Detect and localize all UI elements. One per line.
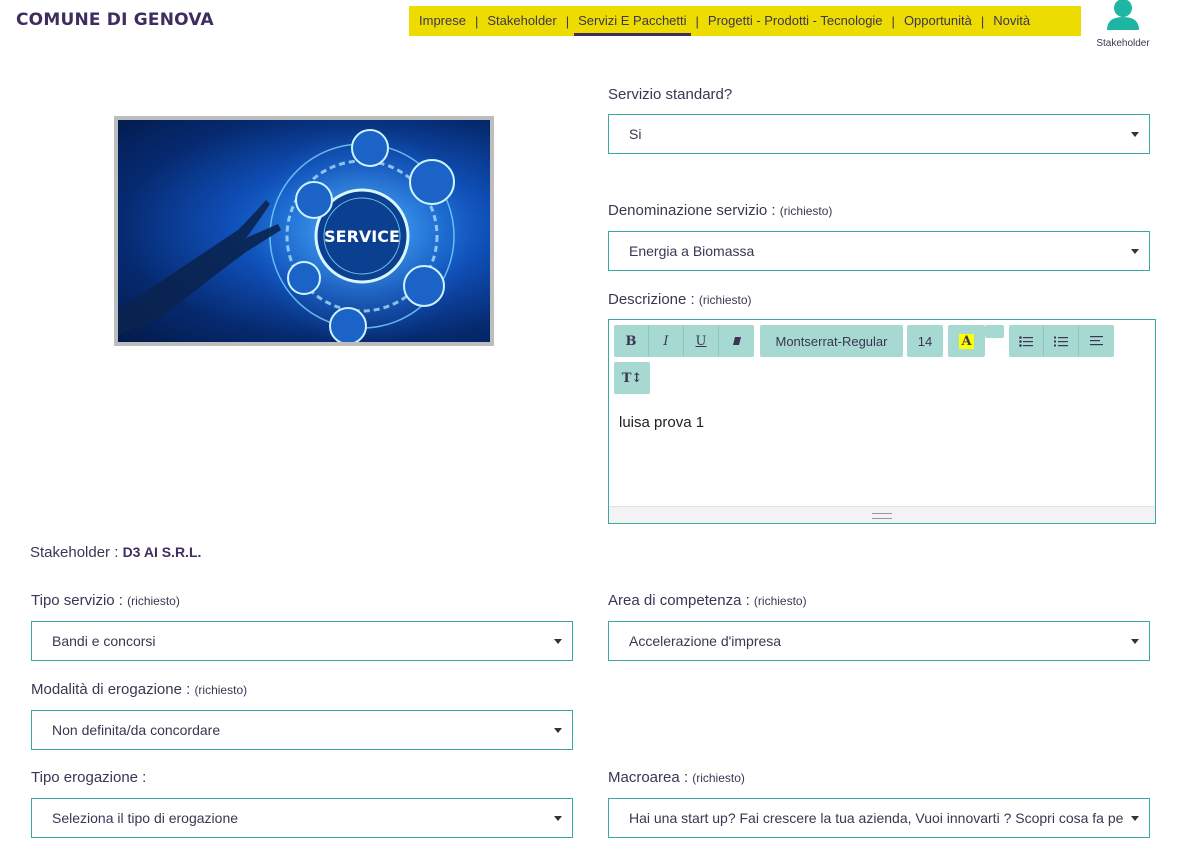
- nav-servizi-pacchetti[interactable]: Servizi E Pacchetti: [574, 6, 691, 36]
- denominazione-label: Denominazione servizio : (richiesto): [608, 202, 833, 219]
- bold-button[interactable]: B: [614, 325, 649, 357]
- modalita-erogazione-label: Modalità di erogazione : (richiesto): [31, 681, 248, 698]
- editor-resize-handle[interactable]: [609, 506, 1155, 523]
- format-toolbar-group: B I U: [614, 325, 754, 357]
- chevron-down-icon: [1131, 816, 1139, 821]
- user-label: Stakeholder: [1096, 38, 1150, 49]
- chevron-down-icon: [1131, 132, 1139, 137]
- nav-progetti[interactable]: Progetti - Prodotti - Tecnologie: [708, 6, 883, 36]
- denominazione-select[interactable]: Energia a Biomassa: [608, 231, 1150, 271]
- nav-separator: |: [695, 13, 699, 29]
- underline-button[interactable]: U: [684, 325, 719, 357]
- unordered-list-icon[interactable]: [1009, 325, 1044, 357]
- tipo-erogazione-label: Tipo erogazione :: [31, 769, 147, 786]
- nav-novita[interactable]: Novità: [993, 6, 1030, 36]
- chevron-down-icon: [554, 816, 562, 821]
- user-menu[interactable]: Stakeholder: [1094, 0, 1152, 49]
- tipo-erogazione-select[interactable]: Seleziona il tipo di erogazione: [31, 798, 573, 838]
- descrizione-editor[interactable]: B I U Montserrat-Regular 14 A T↕ luisa p…: [608, 319, 1156, 524]
- tipo-servizio-select[interactable]: Bandi e concorsi: [31, 621, 573, 661]
- chevron-down-icon: [554, 728, 562, 733]
- chevron-down-icon: [1131, 249, 1139, 254]
- site-brand[interactable]: COMUNE DI GENOVA: [16, 10, 214, 30]
- area-competenza-select[interactable]: Accelerazione d'impresa: [608, 621, 1150, 661]
- text-color-button[interactable]: A: [948, 325, 985, 357]
- ordered-list-icon[interactable]: [1044, 325, 1079, 357]
- nav-imprese[interactable]: Imprese: [419, 6, 466, 36]
- line-height-button[interactable]: T↕: [614, 362, 650, 394]
- chevron-down-icon: [554, 639, 562, 644]
- area-competenza-label: Area di competenza : (richiesto): [608, 592, 807, 609]
- editor-content[interactable]: luisa prova 1: [619, 414, 704, 431]
- nav-stakeholder[interactable]: Stakeholder: [487, 6, 556, 36]
- descrizione-label: Descrizione : (richiesto): [608, 291, 752, 308]
- nav-opportunita[interactable]: Opportunità: [904, 6, 972, 36]
- macroarea-select[interactable]: Hai una start up? Fai crescere la tua az…: [608, 798, 1150, 838]
- servizio-standard-select[interactable]: Si: [608, 114, 1150, 154]
- italic-button[interactable]: I: [649, 325, 684, 357]
- service-illustration: SERVICE: [118, 126, 472, 342]
- macroarea-label: Macroarea : (richiesto): [608, 769, 745, 786]
- main-nav: Imprese | Stakeholder | Servizi E Pacche…: [409, 6, 1081, 36]
- stakeholder-value: D3 AI S.R.L.: [122, 544, 202, 560]
- modalita-erogazione-select[interactable]: Non definita/da concordare: [31, 710, 573, 750]
- eraser-icon[interactable]: [719, 325, 754, 357]
- nav-separator: |: [980, 13, 985, 29]
- service-image: SERVICE: [114, 116, 494, 346]
- stakeholder-info: Stakeholder : D3 AI S.R.L.: [30, 544, 202, 561]
- font-size-select[interactable]: 14: [907, 325, 943, 357]
- nav-separator: |: [891, 13, 895, 29]
- nav-separator: |: [474, 13, 479, 29]
- color-dropdown-button[interactable]: [985, 325, 1004, 338]
- tipo-servizio-label: Tipo servizio : (richiesto): [31, 592, 180, 609]
- font-family-select[interactable]: Montserrat-Regular: [760, 325, 903, 357]
- chevron-down-icon: [1131, 639, 1139, 644]
- list-toolbar-group: [1009, 325, 1114, 357]
- align-icon[interactable]: [1079, 325, 1114, 357]
- servizio-standard-label: Servizio standard?: [608, 86, 733, 103]
- service-text: SERVICE: [324, 227, 400, 246]
- nav-separator: |: [565, 13, 570, 29]
- user-icon: [1107, 0, 1139, 30]
